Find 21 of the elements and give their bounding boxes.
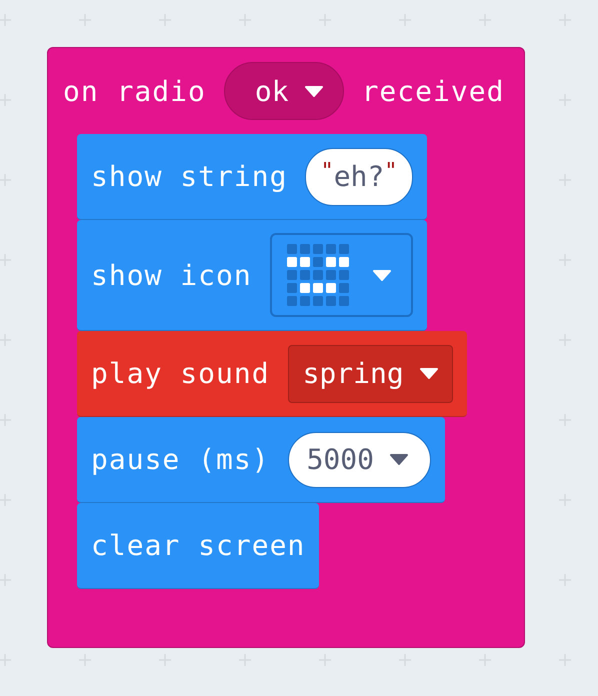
number-dropdown[interactable]: 5000 <box>288 432 432 488</box>
caret-icon <box>390 454 408 465</box>
block-label: pause (ms) <box>91 443 270 476</box>
block-label: received <box>362 74 504 108</box>
led-grid-drawing <box>286 242 351 308</box>
statement-block[interactable]: play sound spring <box>77 331 467 417</box>
caret-icon <box>372 270 391 280</box>
block-label: on radio <box>63 74 206 108</box>
statement-block[interactable]: show string "eh?" <box>77 134 427 220</box>
block-label: show icon <box>91 258 252 292</box>
caret-icon <box>304 86 323 96</box>
event-block[interactable]: on radio ok received show string "eh?" show icon play sound spring pause (ms) 5000 clear screen <box>47 47 526 648</box>
message-dropdown[interactable]: ok <box>224 62 344 120</box>
block-label: clear screen <box>91 529 306 562</box>
statement-block[interactable]: pause (ms) 5000 <box>77 417 446 503</box>
block-label: show string <box>91 160 288 193</box>
text-field[interactable]: "eh?" <box>305 148 413 206</box>
caret-icon <box>420 368 438 379</box>
block-label: play sound <box>91 357 270 390</box>
icon-dropdown[interactable] <box>270 233 413 317</box>
sound-dropdown[interactable]: spring <box>288 344 453 402</box>
